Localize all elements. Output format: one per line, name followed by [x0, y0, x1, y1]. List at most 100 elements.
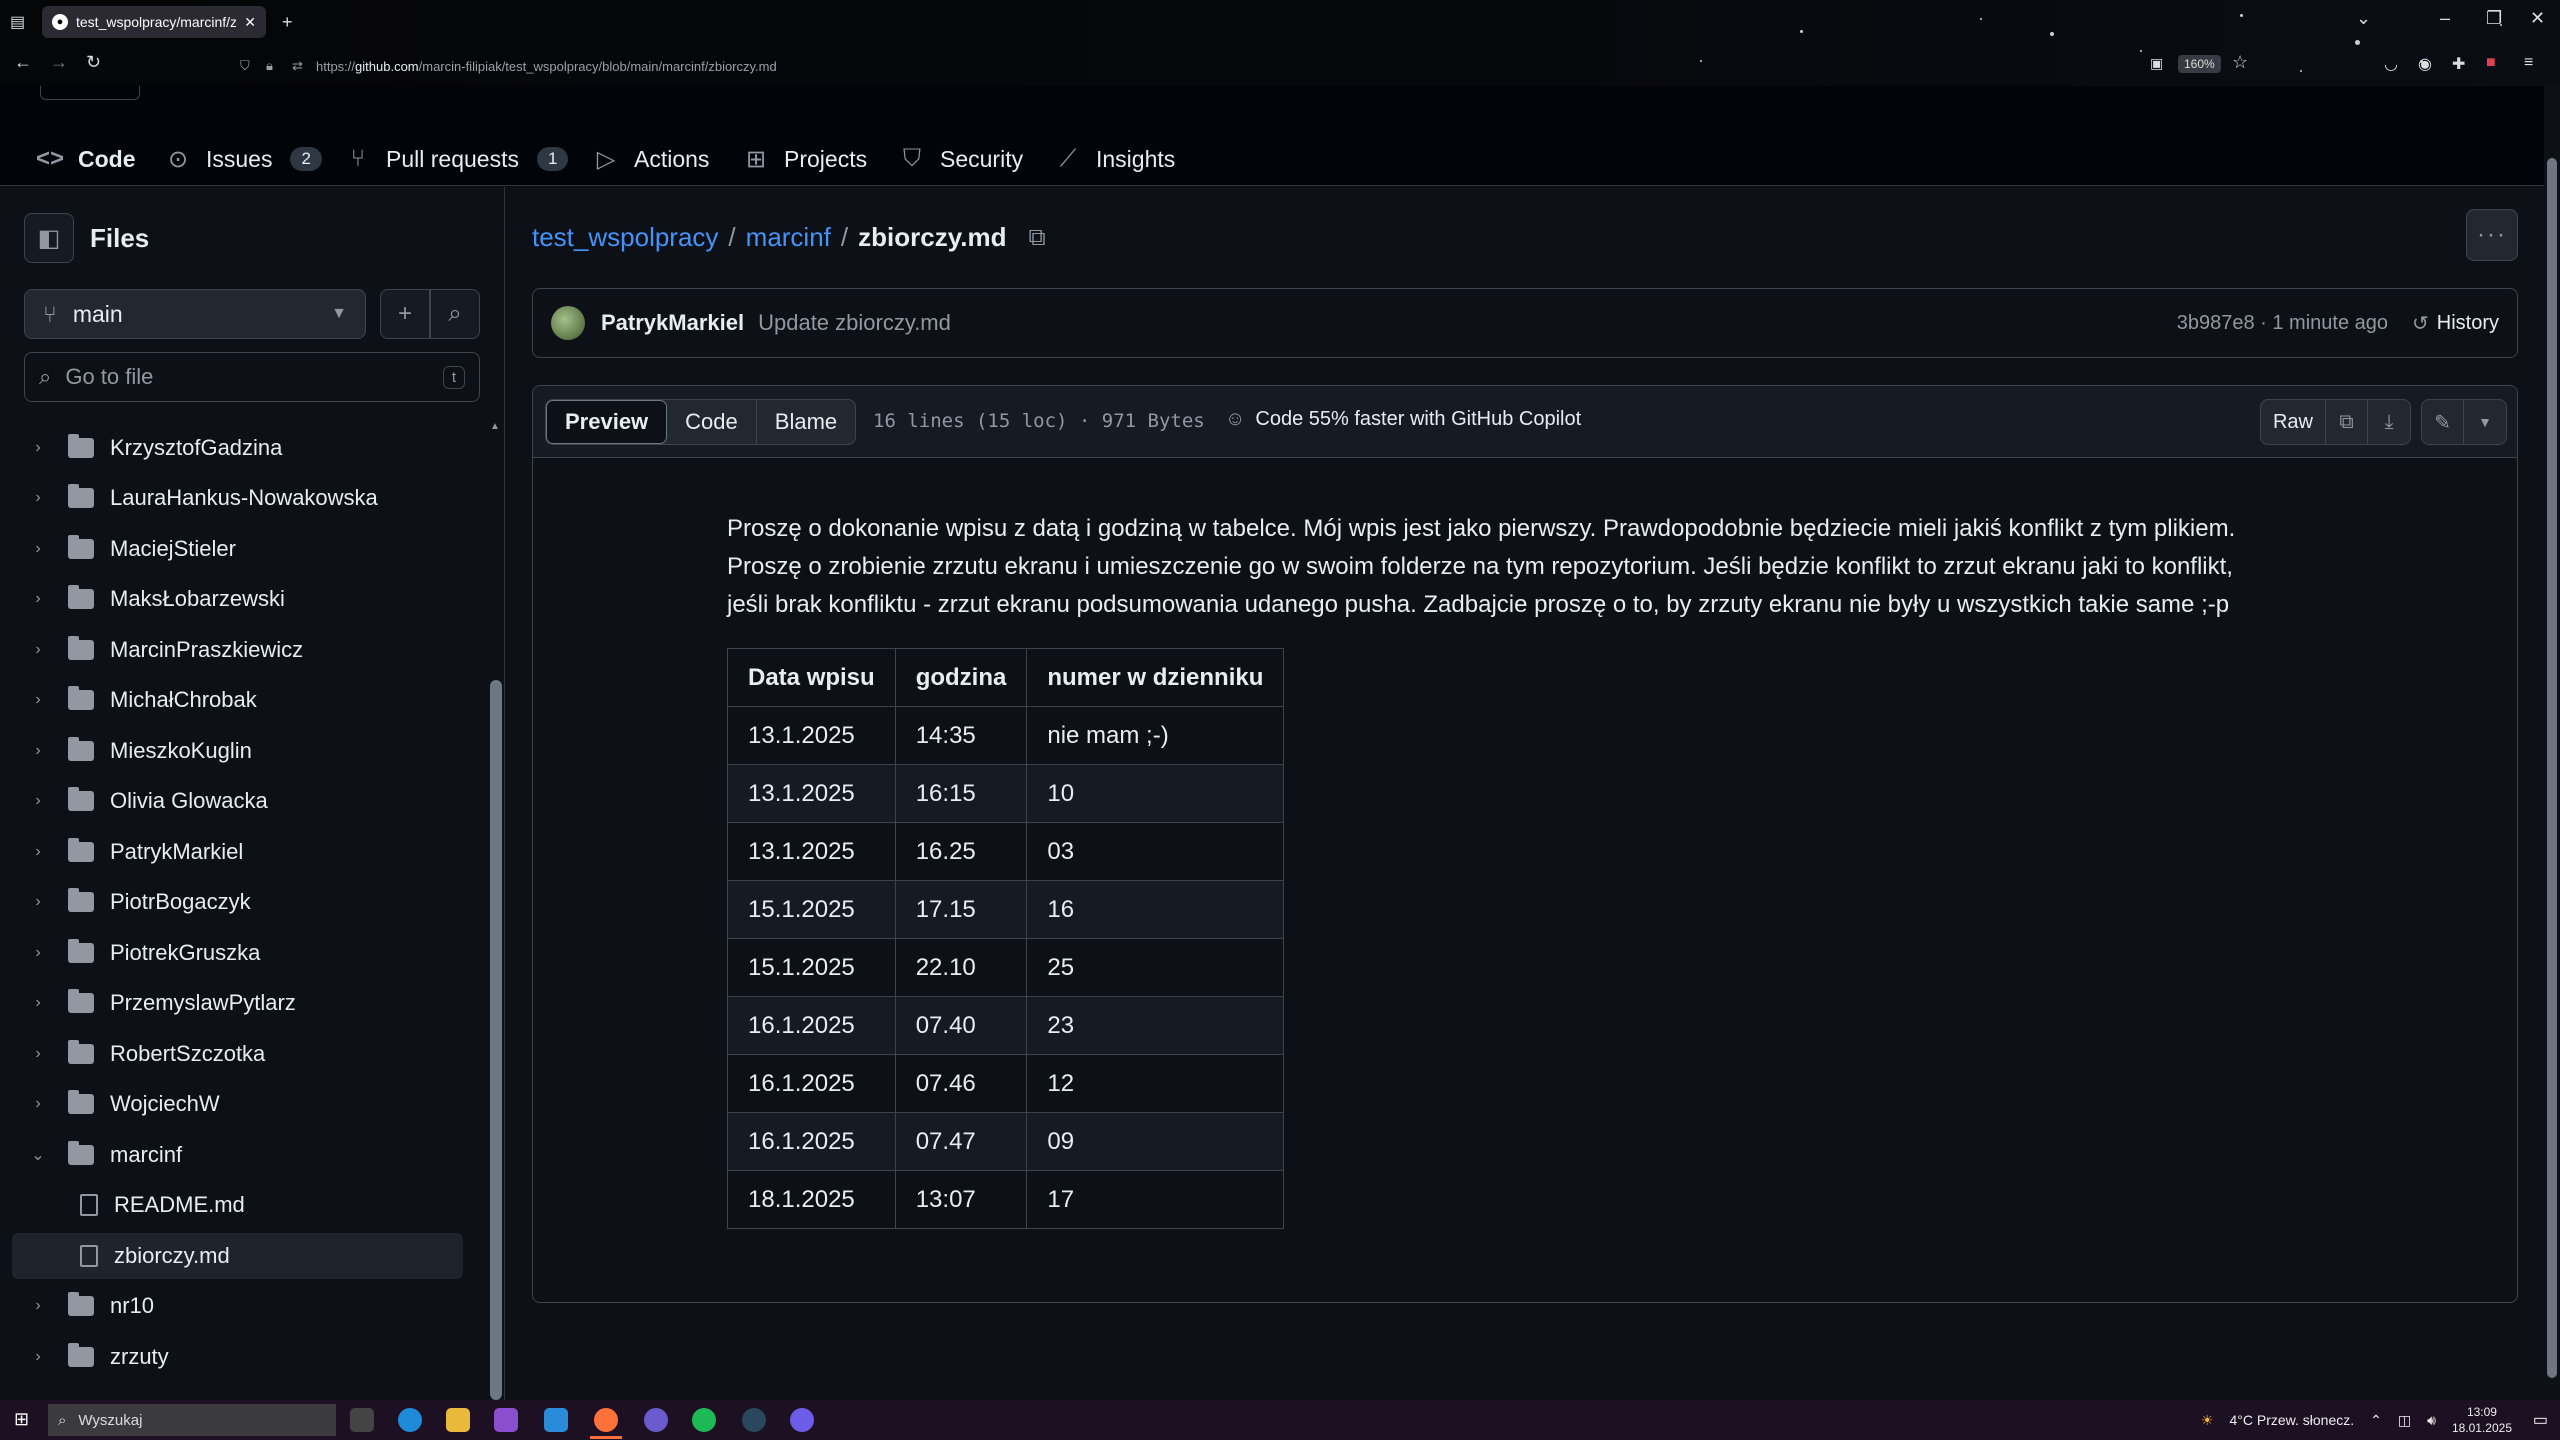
- menu-hamburger-icon[interactable]: ≡: [2524, 54, 2533, 72]
- collapse-sidebar-button[interactable]: ◧: [24, 213, 74, 263]
- tree-folder[interactable]: › LauraHankus-Nowakowska: [0, 475, 463, 521]
- breadcrumb-repo-link[interactable]: test_wspolpracy: [532, 222, 718, 253]
- account-icon[interactable]: ◉: [2418, 54, 2432, 74]
- commit-meta[interactable]: 3b987e8 · 1 minute ago: [2177, 312, 2388, 335]
- clock[interactable]: 13:09 18.01.2025: [2452, 1404, 2512, 1436]
- page-scroll-thumb[interactable]: [2547, 158, 2557, 1378]
- visual-studio-icon[interactable]: [494, 1408, 518, 1432]
- sidebar-scroll-thumb[interactable]: [490, 680, 502, 1400]
- extensions-icon[interactable]: ✚: [2452, 54, 2465, 74]
- tree-folder[interactable]: › MichałChrobak: [0, 677, 463, 723]
- tree-folder[interactable]: › MaksŁobarzewski: [0, 576, 463, 622]
- commit-author-link[interactable]: PatrykMarkiel: [601, 310, 744, 336]
- tree-folder[interactable]: › PatrykMarkiel: [0, 829, 463, 875]
- back-icon[interactable]: ←: [14, 52, 32, 73]
- file-explorer-icon[interactable]: [446, 1408, 470, 1432]
- copy-raw-button[interactable]: ⧉: [2326, 400, 2368, 444]
- edit-file-button[interactable]: ✎: [2422, 400, 2464, 444]
- forward-icon[interactable]: →: [50, 52, 68, 73]
- code-icon: <>: [36, 145, 65, 172]
- notifications-icon[interactable]: ▭: [2533, 1410, 2548, 1430]
- new-tab-icon[interactable]: +: [282, 12, 293, 33]
- tree-file-selected[interactable]: zbiorczy.md: [12, 1233, 463, 1279]
- tab-security[interactable]: ⛉ Security: [898, 126, 1023, 192]
- tab-actions[interactable]: ▷ Actions: [592, 126, 710, 192]
- add-file-button[interactable]: +: [380, 289, 430, 339]
- commit-message-link[interactable]: Update zbiorczy.md: [758, 310, 951, 336]
- tree-folder[interactable]: › WojciechW: [0, 1081, 463, 1127]
- tree-folder[interactable]: › MarcinPraszkiewicz: [0, 627, 463, 673]
- edit-options-button[interactable]: ▼: [2464, 400, 2506, 444]
- preview-tab[interactable]: Preview: [546, 400, 668, 444]
- permissions-icon[interactable]: ⇄: [292, 58, 303, 74]
- tab-projects[interactable]: ⊞ Projects: [742, 126, 867, 192]
- tab-insights[interactable]: ⟋ Insights: [1054, 126, 1176, 192]
- table-cell: 14:35: [894, 706, 1028, 765]
- search-files-button[interactable]: ⌕: [430, 289, 480, 339]
- firefox-icon[interactable]: [594, 1408, 618, 1432]
- tab-list-icon[interactable]: ▤: [10, 12, 25, 32]
- tree-folder[interactable]: › nr10: [0, 1283, 463, 1329]
- url-bar[interactable]: ⛉ 🔒︎ ⇄ https://github.com/marcin-filipia…: [236, 52, 2156, 80]
- tree-folder[interactable]: › Olivia Glowacka: [0, 778, 463, 824]
- branch-icon: ⑂: [43, 300, 57, 327]
- network-icon[interactable]: ◫: [2398, 1412, 2411, 1429]
- weather-text[interactable]: 4°C Przew. słonecz.: [2229, 1412, 2354, 1428]
- code-view-tab[interactable]: Code: [667, 400, 757, 444]
- tray-chevron-icon[interactable]: ⌃: [2370, 1412, 2382, 1429]
- tab-pull-requests[interactable]: ⑂ Pull requests 1: [344, 126, 569, 192]
- taskbar-search[interactable]: ⌕ Wyszukaj: [48, 1404, 336, 1436]
- extension-red-icon[interactable]: ■: [2486, 54, 2496, 72]
- breadcrumb-folder-link[interactable]: marcinf: [746, 222, 831, 253]
- close-tab-icon[interactable]: ✕: [244, 14, 256, 31]
- copy-path-icon[interactable]: ⧉: [1028, 224, 1045, 252]
- tab-code[interactable]: <> Code: [32, 126, 139, 192]
- task-view-icon[interactable]: [350, 1408, 374, 1432]
- browser-tab[interactable]: ● test_wspolpracy/marcinf/zbior ✕: [42, 6, 266, 38]
- download-raw-button[interactable]: ⤓: [2368, 400, 2410, 444]
- go-to-file-input[interactable]: ⌕ Go to file t: [24, 352, 480, 402]
- tree-folder[interactable]: › zrzuty: [0, 1334, 463, 1380]
- tree-folder[interactable]: › MaciejStieler: [0, 526, 463, 572]
- page-scrollbar[interactable]: [2544, 86, 2560, 1400]
- list-all-tabs-icon[interactable]: ⌄: [2356, 8, 2371, 29]
- zoom-level[interactable]: 160%: [2178, 55, 2221, 73]
- raw-button[interactable]: Raw: [2261, 400, 2326, 444]
- scroll-up-icon[interactable]: ▲: [490, 421, 500, 432]
- avatar[interactable]: [551, 306, 585, 340]
- vscode-icon[interactable]: [544, 1408, 568, 1432]
- tree-folder[interactable]: › KrzysztofGadzina: [0, 425, 463, 471]
- tree-folder[interactable]: › PiotrBogaczyk: [0, 879, 463, 925]
- tree-folder-expanded[interactable]: ⌄ marcinf: [0, 1132, 463, 1178]
- branch-selector[interactable]: ⑂ main ▼: [24, 289, 366, 339]
- steam-icon[interactable]: [742, 1408, 766, 1432]
- discord-icon[interactable]: [644, 1408, 668, 1432]
- spotify-icon[interactable]: [692, 1408, 716, 1432]
- reload-icon[interactable]: ↻: [86, 52, 101, 73]
- tree-folder[interactable]: › PrzemyslawPytlarz: [0, 980, 463, 1026]
- tracking-shield-icon[interactable]: ⛉: [240, 58, 250, 74]
- column-header: Data wpisu: [727, 648, 896, 707]
- copilot-promo-link[interactable]: ☺ Code 55% faster with GitHub Copilot: [1225, 408, 1581, 431]
- weather-icon[interactable]: ☀: [2201, 1412, 2214, 1429]
- bookmark-star-icon[interactable]: ☆: [2232, 52, 2248, 73]
- minimize-icon[interactable]: –: [2440, 8, 2450, 29]
- tree-folder[interactable]: › PiotrekGruszka: [0, 930, 463, 976]
- reader-view-icon[interactable]: ▣: [2150, 55, 2163, 72]
- tab-issues[interactable]: ⊙ Issues 2: [164, 126, 322, 192]
- tree-file[interactable]: README.md: [0, 1182, 463, 1228]
- edge-icon[interactable]: [398, 1408, 422, 1432]
- sidebar-scrollbar[interactable]: ▲: [490, 187, 502, 1400]
- close-window-icon[interactable]: ✕: [2530, 8, 2545, 29]
- more-options-button[interactable]: ···: [2466, 209, 2518, 261]
- history-button[interactable]: ↺ History: [2412, 311, 2499, 336]
- pocket-icon[interactable]: ◡: [2384, 54, 2398, 74]
- volume-icon[interactable]: 🔊︎: [2427, 1412, 2436, 1429]
- restore-icon[interactable]: ❐: [2486, 8, 2502, 29]
- blame-tab[interactable]: Blame: [757, 400, 855, 444]
- lock-icon[interactable]: 🔒︎: [266, 58, 273, 74]
- windows-start-icon[interactable]: ⊞: [14, 1409, 29, 1430]
- tree-folder[interactable]: › RobertSzczotka: [0, 1031, 463, 1077]
- tree-folder[interactable]: › MieszkoKuglin: [0, 728, 463, 774]
- app-icon[interactable]: [790, 1408, 814, 1432]
